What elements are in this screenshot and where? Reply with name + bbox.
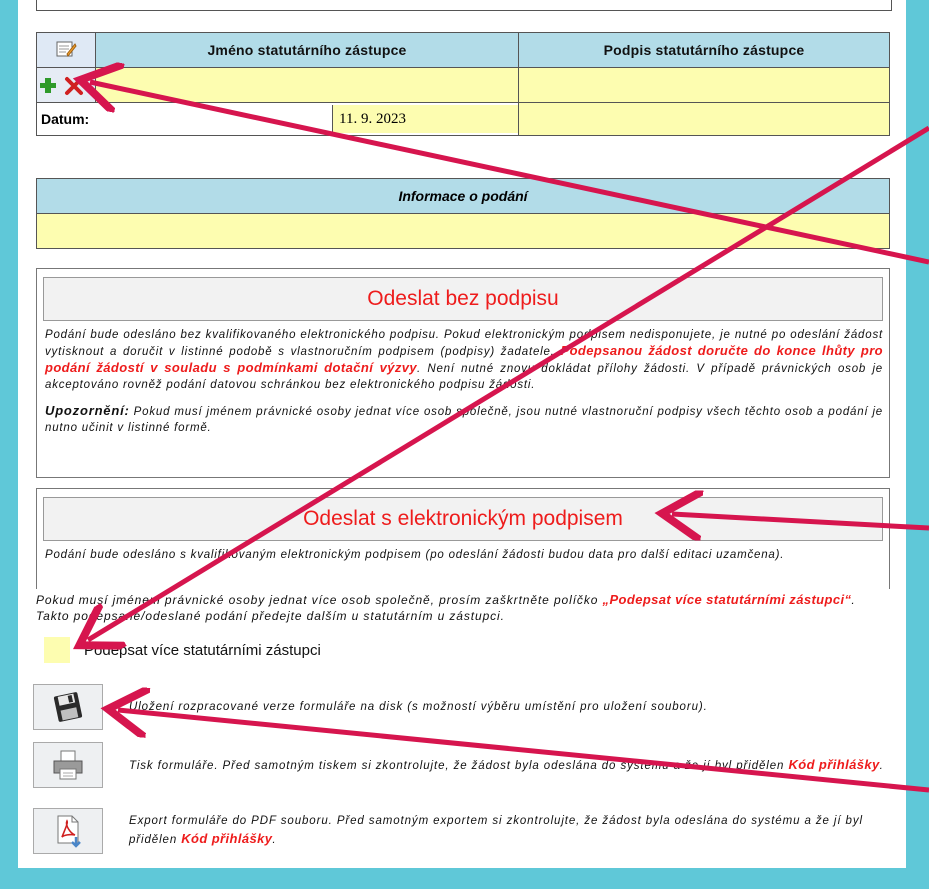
send-unsigned-button[interactable]: Odeslat bez podpisu — [43, 277, 883, 321]
multi-sign-checkbox-label: Podepsat více statutárními zástupci — [84, 641, 321, 659]
send-signed-section: Odeslat s elektronickým podpisem Podání … — [36, 488, 890, 589]
multi-sign-option: Podepsat více statutárními zástupci — [44, 637, 321, 663]
multi-sign-note-pre: Pokud musí jménem právnické osoby jednat… — [36, 593, 603, 607]
multi-sign-checkbox[interactable] — [44, 637, 70, 663]
delete-icon — [64, 77, 83, 95]
print-action: Tisk formuláře. Před samotným tiskem si … — [33, 742, 889, 788]
submission-info-value — [36, 213, 890, 249]
form-edit-button[interactable] — [36, 32, 96, 68]
print-text: Tisk formuláře. Před samotným tiskem si … — [129, 759, 789, 772]
print-text-end: . — [879, 759, 884, 772]
pdf-export-icon — [57, 815, 81, 848]
add-row-button[interactable] — [37, 73, 59, 97]
rep-name-input[interactable] — [95, 67, 519, 103]
pdf-text-end: . — [272, 834, 277, 846]
print-button[interactable] — [33, 742, 103, 788]
submission-info-title: Informace o podání — [36, 178, 890, 214]
signature-table: Jméno statutárního zástupce Podpis statu… — [36, 32, 890, 136]
multi-sign-note-red: „Podepsat více statutárními zástupci“ — [602, 592, 852, 607]
row-buttons — [36, 67, 96, 103]
date-label: Datum: — [37, 105, 333, 133]
pdf-code-label: Kód přihlášky — [181, 831, 273, 846]
save-action: Uložení rozpracované verze formuláře na … — [33, 684, 889, 730]
rep-signature-input[interactable] — [518, 67, 890, 103]
edit-form-icon — [56, 41, 77, 57]
header-rep-name: Jméno statutárního zástupce — [95, 32, 519, 68]
pdf-export-button[interactable] — [33, 808, 103, 854]
warning-label: Upozornění: — [45, 403, 130, 418]
printer-icon — [53, 750, 83, 780]
floppy-disk-icon — [53, 692, 83, 722]
multi-sign-note: Pokud musí jménem právnické osoby jednat… — [36, 592, 888, 624]
date-row: Datum: 11. 9. 2023 — [36, 102, 519, 136]
print-code-label: Kód přihlášky — [788, 756, 880, 772]
save-description: Uložení rozpracované verze formuláře na … — [129, 700, 708, 713]
warning-text: Pokud musí jménem právnické osoby jednat… — [45, 406, 883, 434]
plus-icon — [40, 78, 56, 93]
date-input[interactable]: 11. 9. 2023 — [332, 105, 518, 133]
send-unsigned-section: Odeslat bez podpisu Podání bude odesláno… — [36, 268, 890, 478]
date-extra-cell — [518, 102, 890, 136]
print-description: Tisk formuláře. Před samotným tiskem si … — [129, 756, 889, 775]
top-section-edge — [36, 0, 892, 11]
send-unsigned-description: Podání bude odesláno bez kvalifikovaného… — [45, 327, 883, 393]
header-rep-signature: Podpis statutárního zástupce — [518, 32, 890, 68]
pdf-action: Export formuláře do PDF souboru. Před sa… — [33, 808, 889, 854]
submission-info-table: Informace o podání — [36, 178, 890, 249]
send-unsigned-warning: Upozornění: Pokud musí jménem právnické … — [45, 403, 883, 436]
send-signed-button[interactable]: Odeslat s elektronickým podpisem — [43, 497, 883, 541]
save-button[interactable] — [33, 684, 103, 730]
pdf-description: Export formuláře do PDF souboru. Před sa… — [129, 813, 889, 849]
send-signed-description: Podání bude odesláno s kvalifikovaným el… — [45, 549, 785, 561]
remove-row-button[interactable] — [63, 73, 85, 97]
